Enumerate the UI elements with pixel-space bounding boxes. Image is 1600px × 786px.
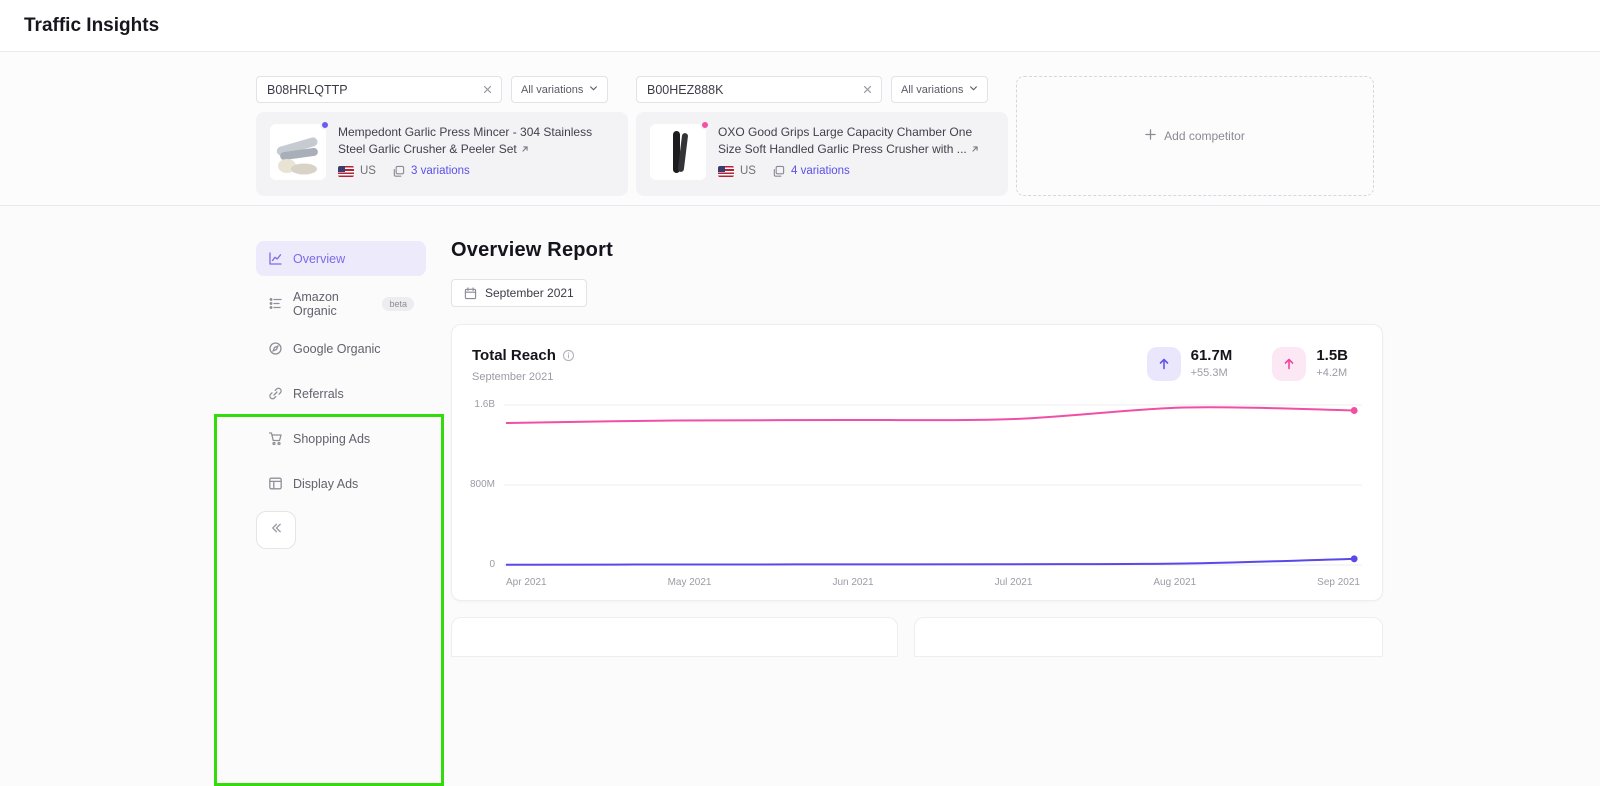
- page-title: Traffic Insights: [24, 14, 160, 36]
- product-column-2: B00HEZ888K All variations OXO Good Grips…: [636, 76, 1008, 196]
- stat-value: 61.7M: [1190, 347, 1233, 364]
- sidebar-item-label: Amazon Organic: [293, 289, 339, 318]
- layout-icon: [268, 476, 283, 491]
- product-title-link[interactable]: OXO Good Grips Large Capacity Chamber On…: [718, 124, 994, 159]
- x-axis-labels: Apr 2021 May 2021 Jun 2021 Jul 2021 Aug 2021…: [504, 577, 1362, 588]
- variations-filter-label: All variations: [521, 83, 584, 96]
- sidebar-item-shopping-ads[interactable]: Shopping Ads: [256, 421, 426, 456]
- card-title: Total Reach: [472, 347, 556, 364]
- clear-asin-icon[interactable]: [482, 84, 493, 95]
- product-image: [650, 120, 710, 180]
- card-subtitle: September 2021: [472, 371, 554, 383]
- plus-icon: [1145, 129, 1156, 143]
- x-tick-label: Apr 2021: [506, 577, 547, 588]
- sidebar-item-amazon-organic[interactable]: Amazon Organic beta: [256, 286, 426, 321]
- asin-input-2[interactable]: B00HEZ888K: [636, 76, 882, 103]
- product-card: Mempedont Garlic Press Mincer - 304 Stai…: [256, 112, 628, 196]
- country-label: US: [740, 165, 756, 178]
- country-label: US: [360, 165, 376, 178]
- y-tick-label: 1.6B: [474, 399, 495, 410]
- stat-delta: +4.2M: [1316, 367, 1348, 379]
- calendar-icon: [464, 286, 477, 300]
- info-icon[interactable]: [562, 349, 575, 362]
- header: Traffic Insights: [0, 0, 1600, 52]
- x-tick-label: Jun 2021: [832, 577, 874, 588]
- compass-icon: [268, 341, 283, 356]
- us-flag-icon: [718, 165, 734, 177]
- chevron-down-icon: [969, 84, 978, 96]
- x-tick-label: May 2021: [667, 577, 712, 588]
- add-competitor-label: Add competitor: [1164, 129, 1245, 143]
- variations-link[interactable]: 4 variations: [791, 165, 850, 177]
- chevron-down-icon: [589, 84, 598, 96]
- bottom-card-partial: [451, 617, 898, 657]
- double-chevron-left-icon: [269, 521, 283, 540]
- y-tick-label: 800M: [469, 479, 495, 490]
- competitor-band: B08HRLQTTP All variations Mempedont Garl…: [0, 52, 1600, 206]
- product-image: [270, 120, 330, 180]
- report-main: Overview Report September 2021 Total Rea…: [451, 206, 1383, 657]
- sidebar-item-google-organic[interactable]: Google Organic: [256, 331, 426, 366]
- us-flag-icon: [338, 165, 354, 177]
- stat-chip-category: 1.5B +4.2M: [1272, 347, 1348, 381]
- y-tick-label: 0: [489, 559, 495, 570]
- product-title-link[interactable]: Mempedont Garlic Press Mincer - 304 Stai…: [338, 124, 614, 159]
- x-tick-label: Jul 2021: [994, 577, 1033, 588]
- sidebar-item-label: Google Organic: [293, 341, 381, 356]
- variations-filter-label: All variations: [901, 83, 964, 96]
- line-chart-icon: [268, 251, 283, 266]
- external-link-icon: [520, 142, 530, 159]
- sidebar-item-label: Referrals: [293, 386, 344, 401]
- report-sidebar: Overview Amazon Organic beta Google Orga…: [256, 241, 426, 657]
- x-tick-label: Sep 2021: [1317, 577, 1360, 588]
- variations-icon: [392, 165, 405, 178]
- link-icon: [268, 386, 283, 401]
- content-area: Overview Amazon Organic beta Google Orga…: [0, 206, 1600, 786]
- series-color-dot: [700, 120, 710, 130]
- variations-icon: [772, 165, 785, 178]
- arrow-up-icon: [1146, 347, 1181, 381]
- total-reach-chart: 1.6B 800M 0 Apr 2021 May 2021 Jun 2021 Jul 20…: [470, 397, 1362, 588]
- product-card: OXO Good Grips Large Capacity Chamber On…: [636, 112, 1008, 196]
- clear-asin-icon[interactable]: [862, 84, 873, 95]
- x-tick-label: Aug 2021: [1153, 577, 1197, 588]
- asin-value: B08HRLQTTP: [267, 82, 348, 97]
- sidebar-item-overview[interactable]: Overview: [256, 241, 426, 276]
- bottom-cards-row: [451, 617, 1383, 657]
- sidebar-item-display-ads[interactable]: Display Ads: [256, 466, 426, 501]
- add-competitor-button[interactable]: Add competitor: [1016, 76, 1374, 196]
- sidebar-item-referrals[interactable]: Referrals: [256, 376, 426, 411]
- stats-group: 61.7M +55.3M 1.5B +4.2M: [1146, 347, 1362, 381]
- cart-icon: [268, 431, 283, 446]
- arrow-up-icon: [1272, 347, 1307, 381]
- stat-delta: +55.3M: [1190, 367, 1228, 379]
- ranking-list-icon: [268, 296, 283, 311]
- traffic-insights-page: Traffic Insights B08HRLQTTP All variatio…: [0, 0, 1600, 786]
- date-filter-label: September 2021: [485, 286, 574, 300]
- report-title: Overview Report: [451, 239, 613, 261]
- asin-input-1[interactable]: B08HRLQTTP: [256, 76, 502, 103]
- variations-filter-dropdown-2[interactable]: All variations: [891, 76, 989, 103]
- total-reach-card: Total Reach September 2021 61.7M +55.3M …: [451, 324, 1383, 601]
- series-color-dot: [320, 120, 330, 130]
- stat-value: 1.5B: [1316, 347, 1348, 364]
- beta-badge: beta: [382, 296, 414, 311]
- line-chart: [504, 397, 1362, 572]
- variations-filter-dropdown-1[interactable]: All variations: [511, 76, 609, 103]
- stat-chip-product: 61.7M +55.3M: [1146, 347, 1233, 381]
- variations-link[interactable]: 3 variations: [411, 165, 470, 177]
- date-filter-button[interactable]: September 2021: [451, 279, 587, 307]
- bottom-card-partial: [914, 617, 1383, 657]
- external-link-icon: [970, 142, 980, 159]
- asin-value: B00HEZ888K: [647, 82, 724, 97]
- sidebar-item-label: Overview: [293, 251, 346, 266]
- sidebar-item-label: Shopping Ads: [293, 431, 371, 446]
- sidebar-item-label: Display Ads: [293, 476, 359, 491]
- collapse-sidebar-button[interactable]: [256, 511, 296, 549]
- product-column-1: B08HRLQTTP All variations Mempedont Garl…: [256, 76, 628, 196]
